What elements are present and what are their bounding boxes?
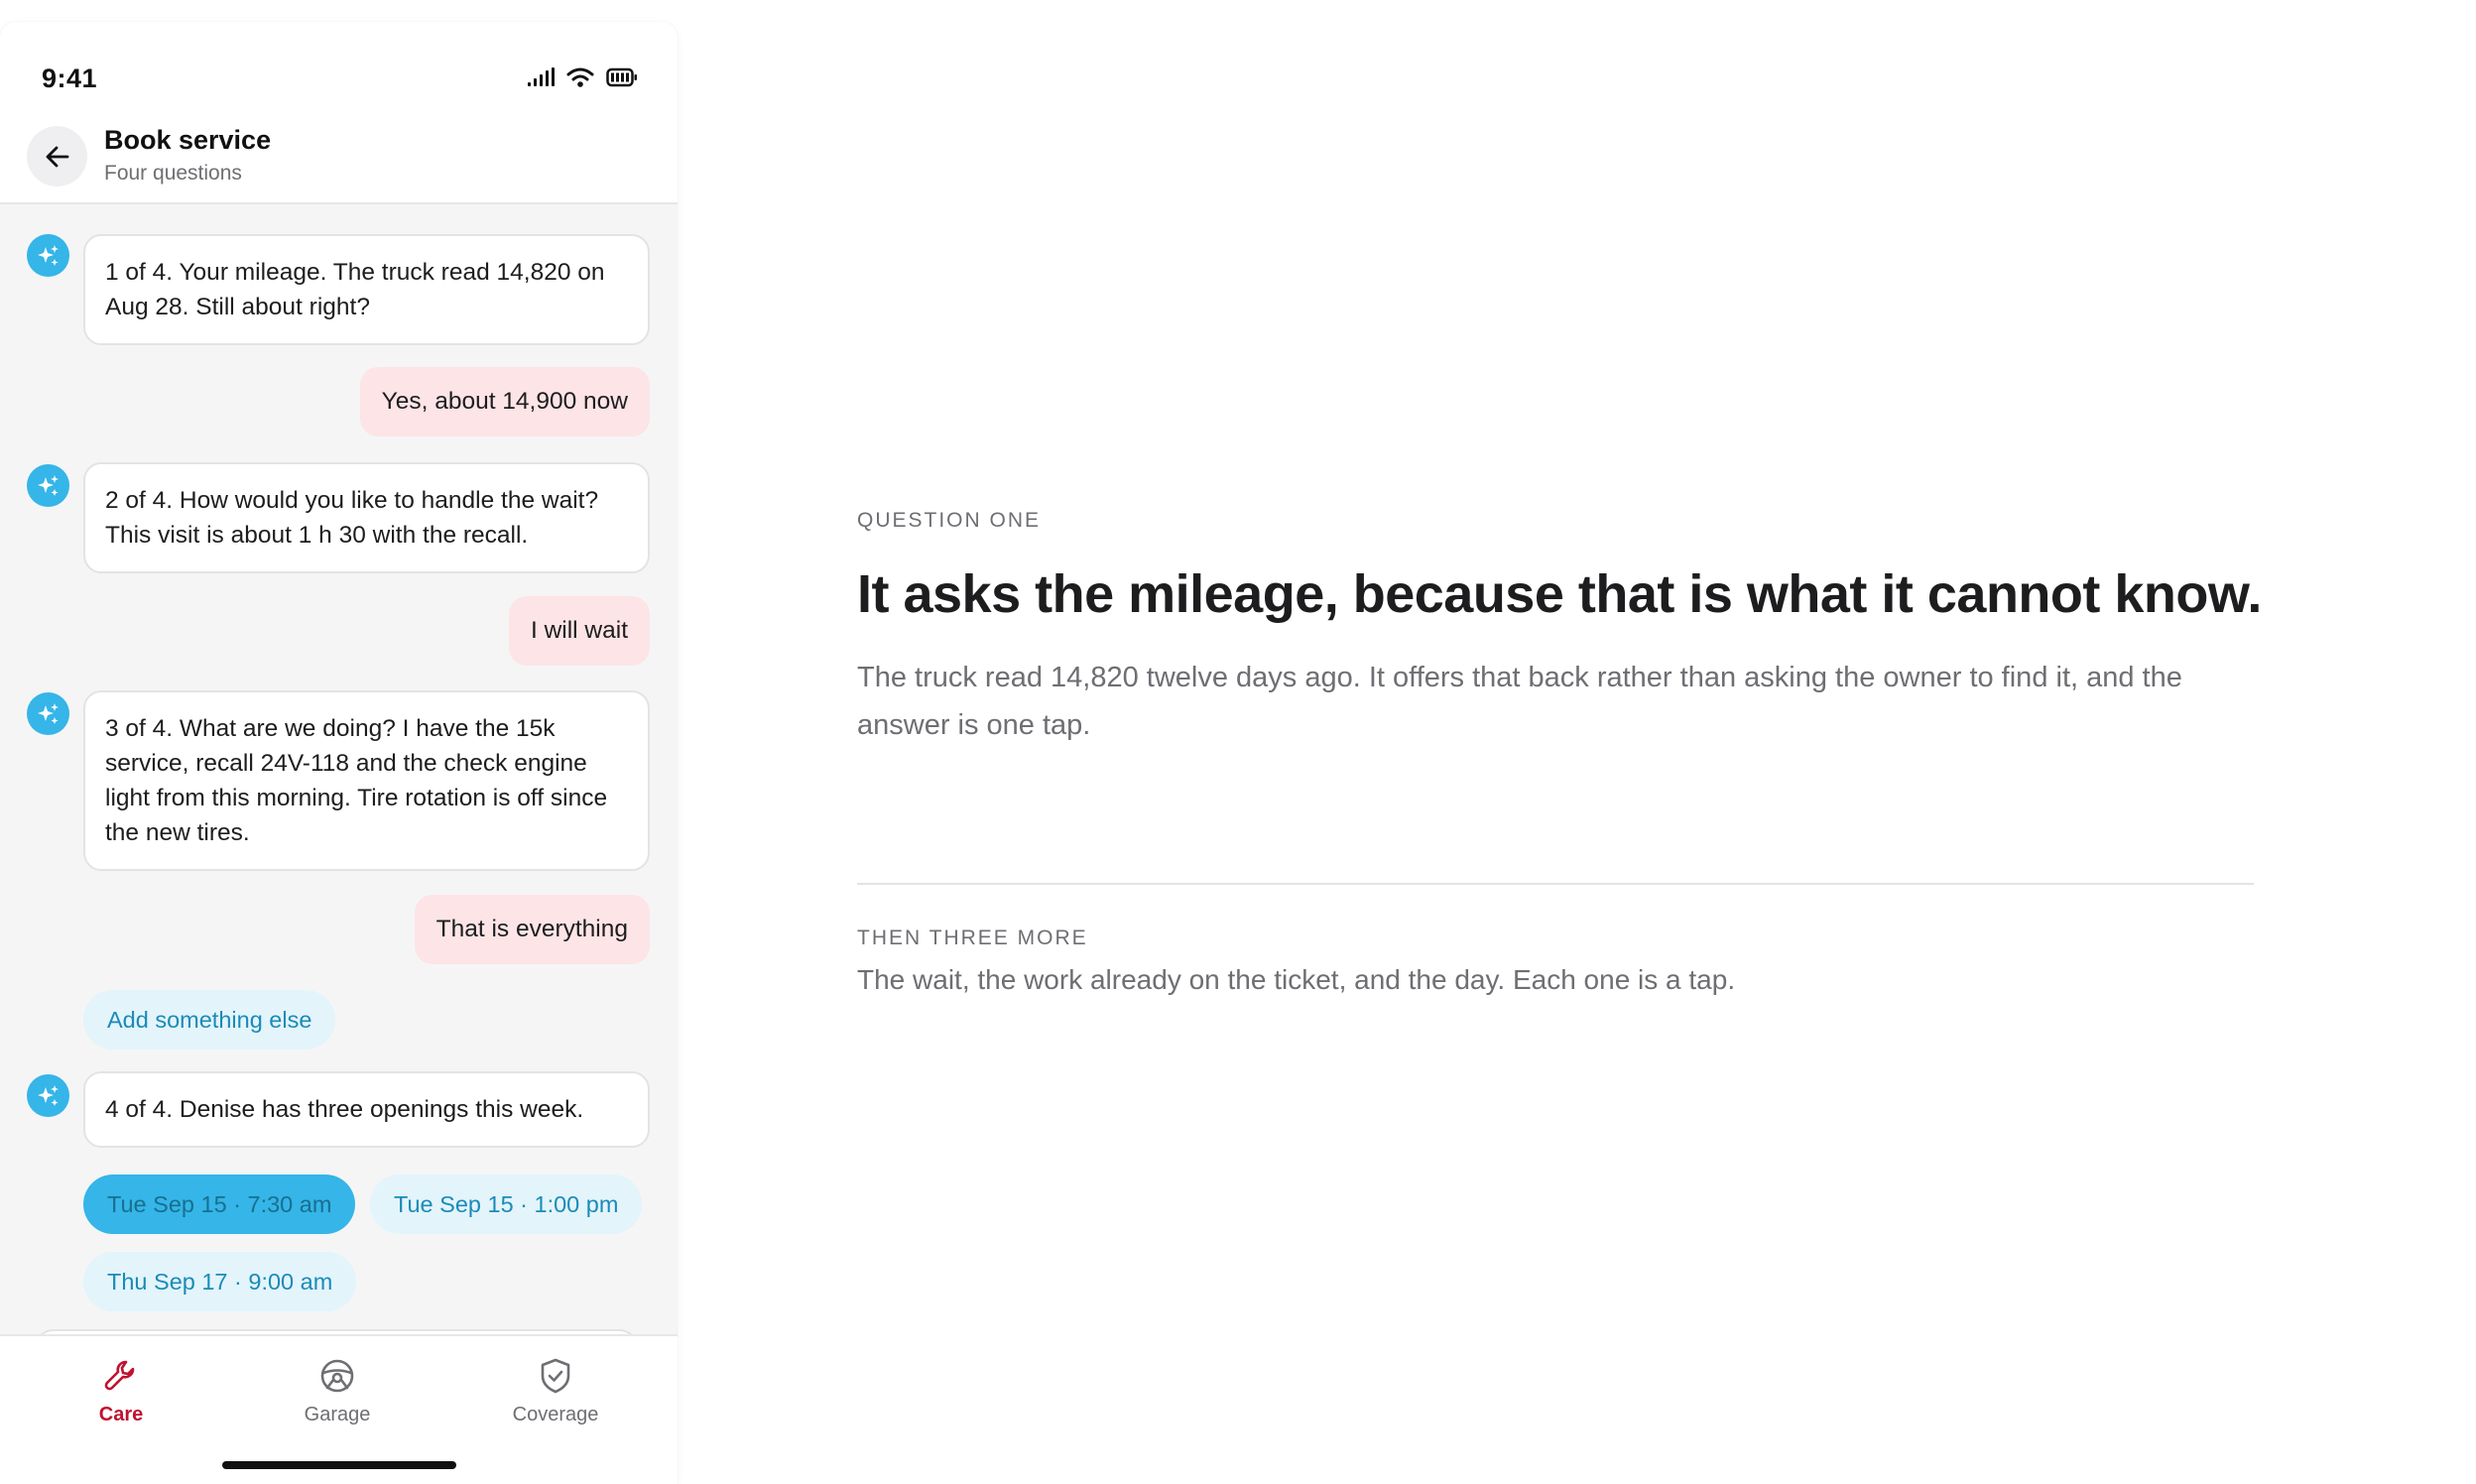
status-time: 9:41 <box>42 63 98 93</box>
sparkle-icon <box>37 1084 59 1106</box>
sub-paragraph: The wait, the work already on the ticket… <box>857 964 1736 995</box>
slot-chip[interactable]: Tue Sep 15 · 1:00 pm <box>370 1175 643 1234</box>
battery-icon <box>606 67 637 87</box>
tab-label: Coverage <box>512 1404 599 1425</box>
phone-panel: 9:41 Book service Four questions 1 of 4.… <box>0 22 678 1484</box>
assistant-avatar <box>27 234 69 277</box>
back-button[interactable] <box>27 126 87 186</box>
arrow-left-icon <box>46 146 68 167</box>
user-message: I will wait <box>508 596 650 666</box>
signal-icon <box>528 67 555 86</box>
tab-label: Garage <box>304 1404 371 1425</box>
tab-label: Care <box>98 1404 144 1425</box>
status-icons <box>527 66 638 88</box>
wrench-icon <box>104 1360 135 1391</box>
top-bar: 9:41 Book service Four questions <box>0 22 678 204</box>
divider <box>857 883 2254 885</box>
sparkle-icon <box>37 702 59 724</box>
assistant-avatar <box>27 464 69 507</box>
assistant-avatar <box>27 1074 69 1117</box>
user-message: That is everything <box>414 895 650 964</box>
wifi-icon <box>566 67 594 87</box>
add-something-chip[interactable]: Add something else <box>83 990 336 1050</box>
home-indicator <box>222 1461 456 1469</box>
assistant-message: 2 of 4. How would you like to handle the… <box>83 462 650 573</box>
assistant-avatar <box>27 692 69 735</box>
shield-check-icon <box>541 1358 570 1394</box>
steering-wheel-icon <box>320 1359 354 1393</box>
sparkle-icon <box>37 474 59 496</box>
assistant-message: 1 of 4. Your mileage. The truck read 14,… <box>83 234 650 345</box>
slot-chip[interactable]: Thu Sep 17 · 9:00 am <box>83 1252 357 1311</box>
body-paragraph: The truck read 14,820 twelve days ago. I… <box>857 662 2182 741</box>
assistant-message: 3 of 4. What are we doing? I have the 15… <box>83 690 650 871</box>
page-subtitle: Four questions <box>104 162 242 185</box>
sparkle-icon <box>37 244 59 266</box>
section-eyebrow: QUESTION ONE <box>857 509 1042 532</box>
sub-eyebrow: THEN THREE MORE <box>857 927 1088 949</box>
slot-chip-selected[interactable]: Tue Sep 15 · 7:30 am <box>83 1175 356 1234</box>
headline: It asks the mileage, because that is wha… <box>857 564 2262 624</box>
assistant-message: 4 of 4. Denise has three openings this w… <box>83 1071 650 1148</box>
user-message: Yes, about 14,900 now <box>359 367 650 436</box>
page-title: Book service <box>104 125 272 155</box>
